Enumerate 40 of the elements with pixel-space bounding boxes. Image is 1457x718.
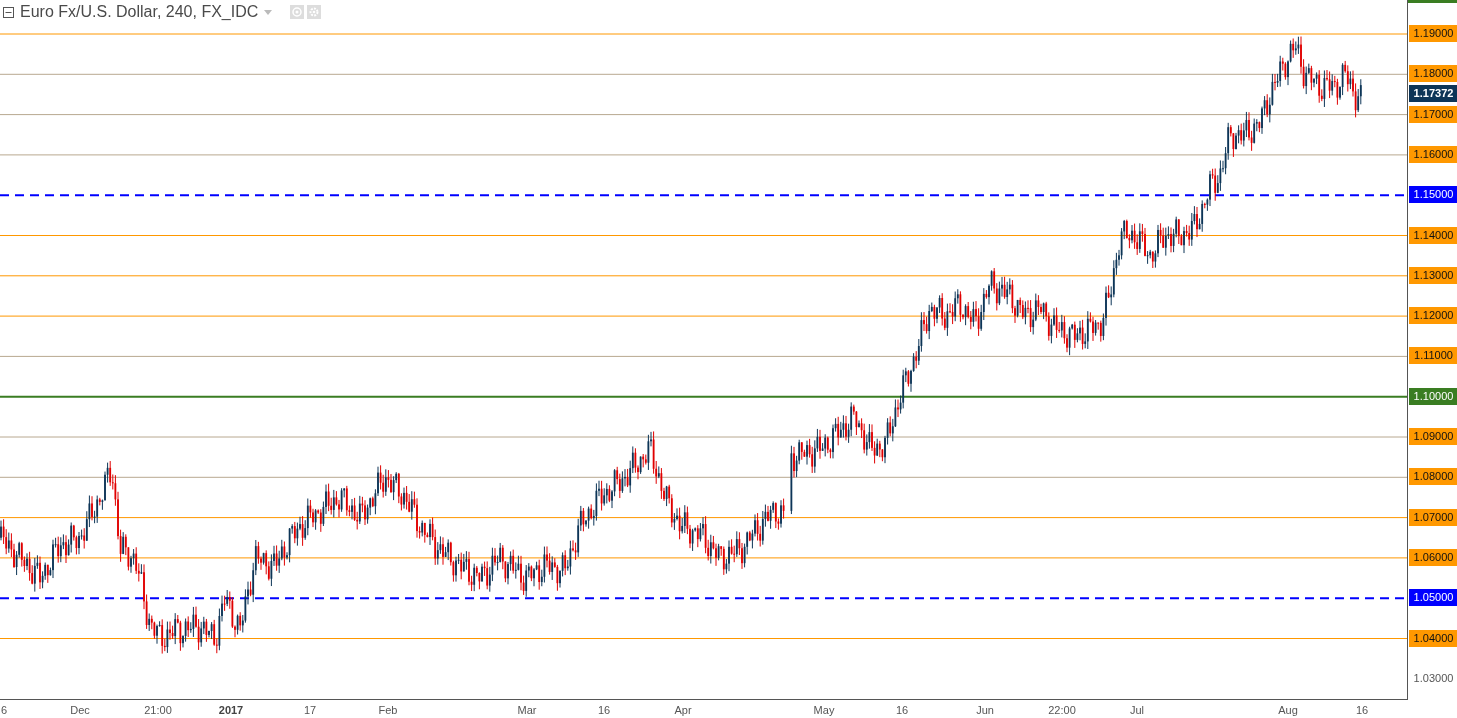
price-level-label: 1.12000: [1409, 307, 1457, 325]
time-axis-label: Dec: [70, 704, 90, 716]
price-level-label: 1.11000: [1409, 347, 1457, 365]
price-level-label: 1.14000: [1409, 226, 1457, 244]
price-level-label: 1.04000: [1409, 629, 1457, 647]
price-level-label: 1.08000: [1409, 468, 1457, 486]
price-level-label: 1.17000: [1409, 105, 1457, 123]
time-axis-label: 16: [597, 704, 611, 716]
current-price-label: 1.17372: [1409, 84, 1457, 102]
time-axis-label: 21:00: [144, 704, 172, 716]
price-level-label: 1.10000: [1409, 387, 1457, 405]
price-level-label: 1.15000: [1409, 186, 1457, 204]
time-axis-label: 16: [1355, 704, 1369, 716]
collapse-icon[interactable]: [3, 6, 14, 18]
axis-top-bar: [1408, 0, 1457, 3]
time-axis-label: Jul: [1129, 704, 1145, 716]
time-axis-label: 2017: [218, 704, 244, 716]
price-level-label: 1.16000: [1409, 145, 1457, 163]
time-axis-label: May: [813, 704, 835, 716]
price-level-label: 1.05000: [1409, 589, 1457, 607]
chart-title: Euro Fx/U.S. Dollar, 240, FX_IDC: [20, 3, 259, 21]
time-axis-label: Feb: [378, 704, 398, 716]
price-level-label: 1.13000: [1409, 266, 1457, 284]
time-axis-label: Mar: [517, 704, 537, 716]
price-level-label: 1.07000: [1409, 508, 1457, 526]
settings-icon[interactable]: [307, 5, 322, 19]
price-level-label: 1.09000: [1409, 428, 1457, 445]
time-axis-label: 22:00: [1048, 704, 1076, 716]
time-axis-label: 6: [1, 704, 8, 716]
price-level-label: 1.06000: [1409, 548, 1457, 566]
price-level-label: 1.19000: [1409, 25, 1457, 42]
time-axis-label: Jun: [976, 704, 994, 716]
caret-icon[interactable]: [264, 9, 273, 15]
price-level-label: 1.18000: [1409, 65, 1457, 83]
eye-icon[interactable]: [290, 5, 305, 19]
time-axis-label: 17: [303, 704, 317, 716]
time-axis-label: 16: [895, 704, 909, 716]
time-axis-label: Apr: [674, 704, 692, 716]
time-axis-label: Aug: [1278, 704, 1298, 716]
price-tick-label: 1.03000: [1412, 670, 1455, 686]
